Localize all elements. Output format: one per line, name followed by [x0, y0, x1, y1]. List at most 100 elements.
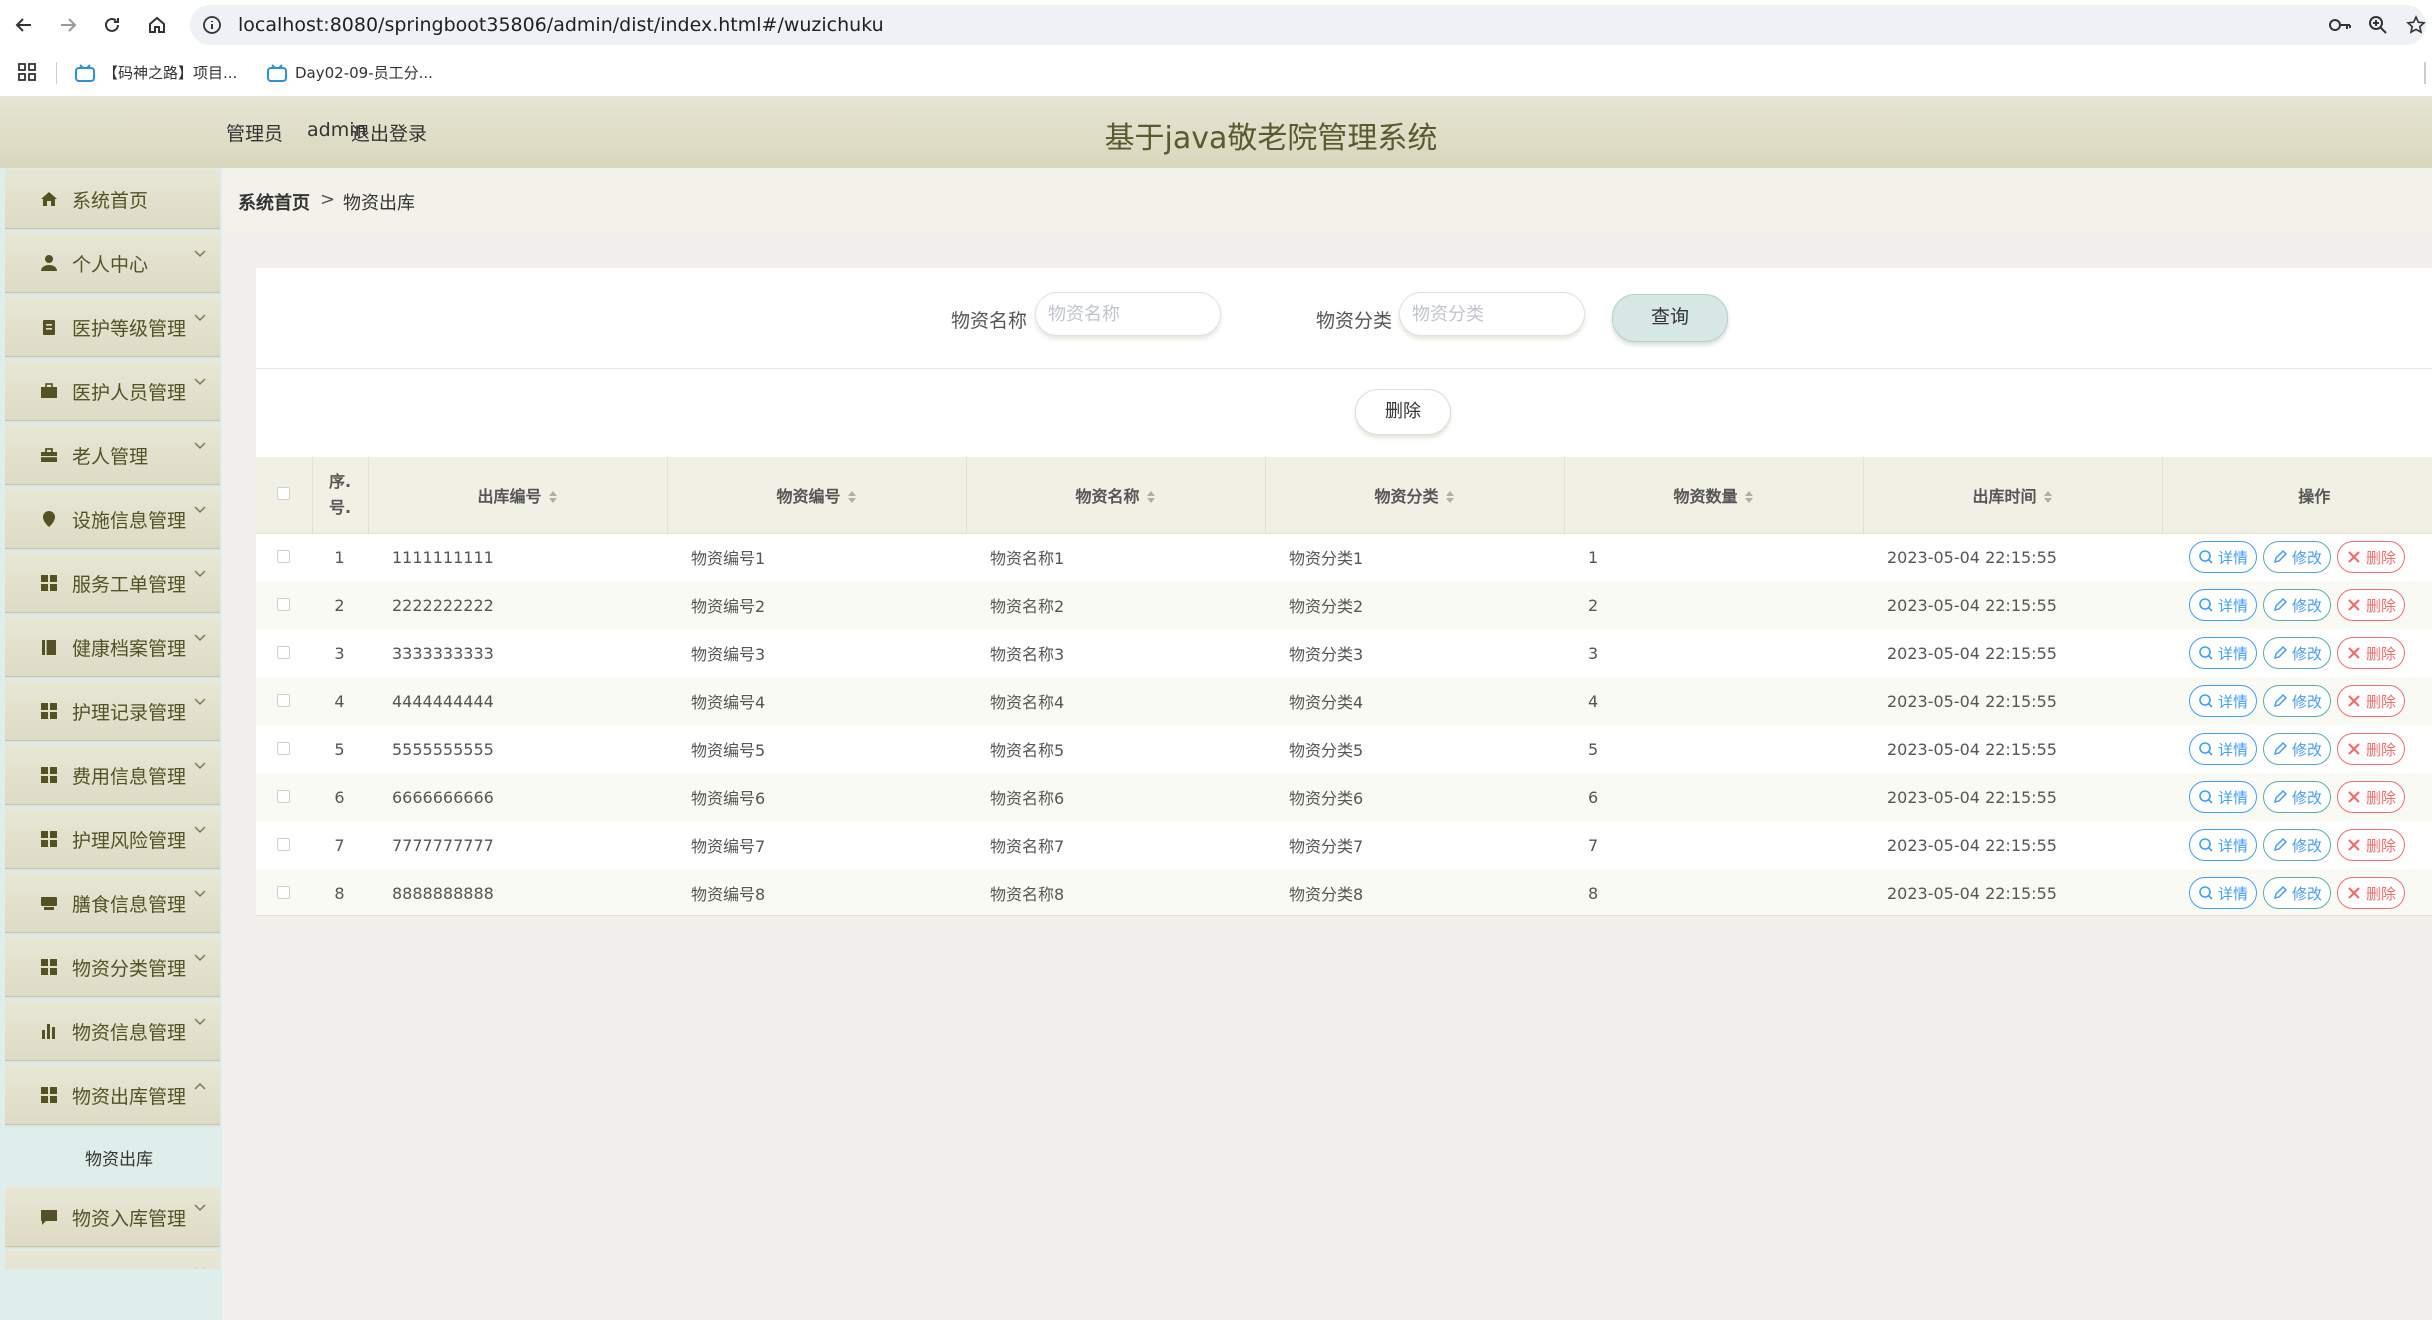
- edit-button[interactable]: 修改: [2263, 637, 2332, 669]
- row-checkbox[interactable]: [277, 885, 290, 899]
- sidebar-item-13[interactable]: 物资信息管理: [5, 1001, 220, 1061]
- row-select-cell[interactable]: [256, 581, 312, 629]
- bulk-delete-button[interactable]: 删除: [1355, 389, 1451, 435]
- sidebar-item-14[interactable]: 物资出库管理: [5, 1065, 220, 1125]
- sidebar-menu[interactable]: 系统首页 个人中心 医护等级管理 医护人员管理 老人管理 设施信息管理 服务工单管理 健康档案…: [5, 169, 220, 1269]
- col-category[interactable]: 物资分类: [1265, 457, 1565, 534]
- detail-button[interactable]: 详情: [2189, 829, 2258, 861]
- detail-button[interactable]: 详情: [2189, 781, 2258, 813]
- select-all-checkbox[interactable]: [277, 487, 291, 501]
- row-select-cell[interactable]: [256, 629, 312, 677]
- sidebar-item-8[interactable]: 护理记录管理: [5, 681, 220, 741]
- row-checkbox[interactable]: [277, 597, 290, 611]
- col-item-no[interactable]: 物资编号: [667, 457, 967, 534]
- url-text[interactable]: localhost:8080/springboot35806/admin/dis…: [238, 14, 884, 36]
- delete-button[interactable]: 删除: [2337, 877, 2406, 909]
- cell-code: 7777777777: [392, 835, 494, 855]
- col-name[interactable]: 物资名称: [966, 457, 1266, 534]
- row-checkbox[interactable]: [277, 741, 290, 755]
- bookmark-star-icon[interactable]: [2406, 15, 2426, 35]
- detail-button[interactable]: 详情: [2189, 637, 2258, 669]
- cell-item-no: 物资编号4: [691, 693, 766, 712]
- row-checkbox[interactable]: [277, 549, 290, 563]
- sort-icon[interactable]: [1146, 489, 1156, 505]
- category-search-input[interactable]: [1399, 292, 1585, 336]
- edit-button[interactable]: 修改: [2263, 829, 2332, 861]
- delete-button[interactable]: 删除: [2337, 589, 2406, 621]
- edit-button[interactable]: 修改: [2263, 781, 2332, 813]
- reload-icon[interactable]: [100, 13, 124, 37]
- row-select-cell[interactable]: [256, 677, 312, 725]
- cell-qty: 3: [1588, 643, 1599, 663]
- row-select-cell[interactable]: [256, 533, 312, 581]
- zoom-icon[interactable]: [2368, 15, 2388, 35]
- delete-button[interactable]: 删除: [2337, 541, 2406, 574]
- sort-icon[interactable]: [1744, 489, 1754, 505]
- name-search-input[interactable]: [1035, 292, 1221, 336]
- row-select-cell[interactable]: [256, 821, 312, 869]
- sidebar-item-4[interactable]: 老人管理: [5, 425, 220, 485]
- site-info-icon[interactable]: [202, 15, 222, 35]
- sidebar-item-15[interactable]: 物资入库管理: [5, 1187, 220, 1247]
- row-checkbox[interactable]: [277, 693, 290, 707]
- sidebar-item-3[interactable]: 医护人员管理: [5, 361, 220, 421]
- back-icon[interactable]: [12, 13, 36, 37]
- sidebar-item-1[interactable]: 个人中心: [5, 233, 220, 293]
- query-button[interactable]: 查询: [1612, 294, 1728, 342]
- sidebar-item-9[interactable]: 费用信息管理: [5, 745, 220, 805]
- grid-icon: [40, 1086, 58, 1104]
- delete-button[interactable]: 删除: [2337, 637, 2406, 669]
- detail-label: 详情: [2218, 644, 2249, 663]
- sidebar-item-5[interactable]: 设施信息管理: [5, 489, 220, 549]
- detail-button[interactable]: 详情: [2189, 685, 2258, 717]
- col-time[interactable]: 出库时间: [1863, 457, 2163, 534]
- sidebar-item-12[interactable]: 物资分类管理: [5, 937, 220, 997]
- row-checkbox[interactable]: [277, 645, 290, 659]
- detail-button[interactable]: 详情: [2189, 589, 2258, 621]
- sidebar-item-10[interactable]: 护理风险管理: [5, 809, 220, 869]
- col-qty[interactable]: 物资数量: [1564, 457, 1864, 534]
- edit-button[interactable]: 修改: [2263, 877, 2332, 909]
- sidebar-item-16[interactable]: 员工档案管理: [5, 1251, 220, 1269]
- row-checkbox[interactable]: [277, 837, 290, 851]
- cell-code: 4444444444: [392, 691, 494, 711]
- delete-label: 删除: [2366, 644, 2397, 663]
- chevron-down-icon: [194, 506, 206, 514]
- sidebar-item-11[interactable]: 膳食信息管理: [5, 873, 220, 933]
- delete-button[interactable]: 删除: [2337, 829, 2406, 861]
- sidebar-item-0[interactable]: 系统首页: [5, 169, 220, 229]
- edit-button[interactable]: 修改: [2263, 685, 2332, 717]
- row-checkbox[interactable]: [277, 789, 290, 803]
- bookmark-2[interactable]: Day02-09-员工分...: [267, 62, 433, 83]
- edit-button[interactable]: 修改: [2263, 541, 2332, 574]
- select-all-cell[interactable]: [256, 457, 313, 534]
- sidebar-item-7[interactable]: 健康档案管理: [5, 617, 220, 677]
- bookmark-1[interactable]: 【码神之路】项目...: [75, 62, 237, 83]
- delete-button[interactable]: 删除: [2337, 733, 2406, 765]
- detail-button[interactable]: 详情: [2189, 733, 2258, 765]
- sidebar-subitem[interactable]: 物资出库: [5, 1129, 220, 1183]
- breadcrumb-home[interactable]: 系统首页: [238, 189, 310, 215]
- row-select-cell[interactable]: [256, 773, 312, 821]
- sort-icon[interactable]: [847, 489, 857, 505]
- sidebar-item-2[interactable]: 医护等级管理: [5, 297, 220, 357]
- sort-icon[interactable]: [2043, 489, 2053, 505]
- forward-icon[interactable]: [56, 13, 80, 37]
- home-icon[interactable]: [145, 13, 169, 37]
- detail-button[interactable]: 详情: [2189, 877, 2258, 909]
- password-key-icon[interactable]: [2328, 15, 2352, 35]
- row-select-cell[interactable]: [256, 869, 312, 915]
- sort-icon[interactable]: [1445, 489, 1455, 505]
- col-code[interactable]: 出库编号: [368, 457, 668, 534]
- delete-button[interactable]: 删除: [2337, 685, 2406, 717]
- delete-button[interactable]: 删除: [2337, 781, 2406, 813]
- apps-grid-icon[interactable]: [18, 63, 36, 81]
- sidebar-item-6[interactable]: 服务工单管理: [5, 553, 220, 613]
- edit-button[interactable]: 修改: [2263, 733, 2332, 765]
- detail-button[interactable]: 详情: [2189, 541, 2258, 574]
- address-bar[interactable]: localhost:8080/springboot35806/admin/dis…: [190, 5, 2426, 45]
- edit-button[interactable]: 修改: [2263, 589, 2332, 621]
- user-icon: [40, 254, 58, 272]
- row-select-cell[interactable]: [256, 725, 312, 773]
- sort-icon[interactable]: [548, 489, 558, 505]
